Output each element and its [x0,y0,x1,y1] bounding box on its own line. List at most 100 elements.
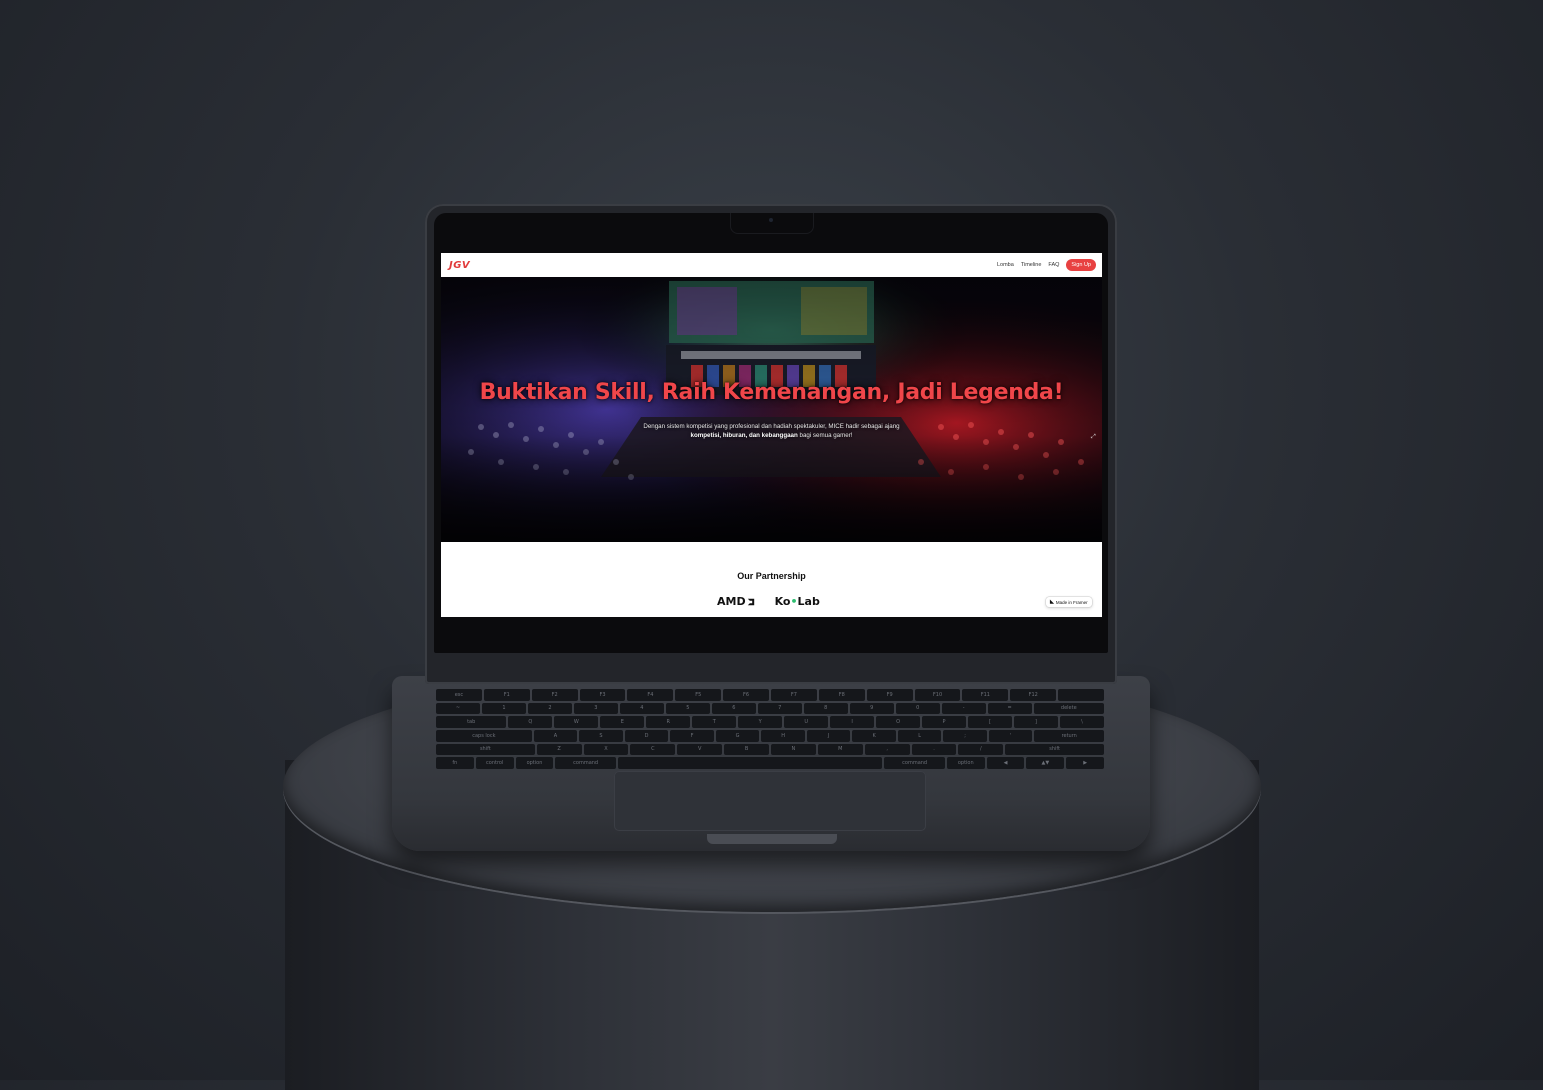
keyboard-key: , [864,743,910,756]
made-in-framer-badge[interactable]: ◣ Made in Framer [1046,597,1092,607]
keyboard-key: 8 [803,702,848,715]
navbar: JGV Lomba Timeline FAQ Sign Up [441,253,1102,277]
keyboard-key: command [884,757,945,769]
keyboard-key: F8 [818,689,865,701]
framer-badge-label: Made in Framer [1055,599,1088,605]
camera-notch [730,213,814,234]
keyboard-key: command [555,757,616,769]
keyboard-key: L [897,730,942,742]
keyboard-key: J [806,730,851,742]
keyboard-key: F10 [914,689,961,701]
keyboard-key: 6 [711,702,756,715]
expand-icon[interactable]: ⤢ [1091,434,1098,441]
keyboard-key: \ [1059,716,1104,728]
amd-logo: AMD [717,595,755,608]
keyboard-row: shift Z X C V B N M,. / shift [436,743,1104,756]
keyboard-key: ▲▼ [1026,757,1065,769]
keyboard-key: 3 [573,702,618,715]
keyboard-key: Y [738,716,783,728]
keyboard-key: ] [1014,716,1058,728]
keyboard-key: U [784,716,829,728]
product-mockup-scene: esc F1 F2 F3 F4 F5 F6 F7 F8 F9 F10 F11 F12 ~1 2 3 4 5 6 7 8 9… [0,0,1543,1090]
hero-subtitle-end: bagi semua gamer! [799,432,853,439]
camera-icon [769,218,773,222]
keyboard-key: . [911,743,957,756]
keyboard-key: 4 [619,702,664,715]
keyboard-key: E [600,716,645,728]
nav-link-faq[interactable]: FAQ [1048,262,1059,268]
laptop-hinge-notch [707,834,837,844]
keyboard-key: O [876,716,921,728]
amd-logo-text: AMD [717,595,746,608]
keyboard-key: M [817,743,863,756]
keyboard-key [617,757,883,769]
website-screen: JGV Lomba Timeline FAQ Sign Up Buktikan … [441,253,1102,617]
keyboard-key: shift [436,743,535,756]
keyboard-key: S [579,730,623,742]
keyboard-key: T [692,716,737,728]
keyboard-key: F5 [675,689,722,701]
keyboard-key: I [830,716,875,728]
keyboard-key: option [515,757,554,769]
keyboard-key: tab [436,716,507,728]
keyboard-key: delete [1033,702,1104,715]
keyboard-key: ; [943,730,987,742]
kolab-logo-left: Ko [774,595,791,608]
keyboard-key: ~ [436,702,480,715]
keyboard-key: control [475,757,514,769]
partner-logos: AMD Ko • Lab [717,595,820,608]
keyboard-key: D [624,730,669,742]
keyboard-row: esc F1 F2 F3 F4 F5 F6 F7 F8 F9 F10 F11 F12 [436,689,1105,701]
keyboard-key: - [941,702,986,715]
keyboard-key [1058,689,1105,701]
keyboard-key: 5 [665,702,710,715]
keyboard-key: [ [968,716,1013,728]
keyboard-key: A [533,730,578,742]
keyboard-key: P [922,716,967,728]
keyboard-key: B [724,743,769,756]
keyboard-key: option [946,757,985,769]
keyboard-key: fn [436,757,474,769]
keyboard-key: F4 [627,689,674,701]
keyboard-key: 9 [849,702,894,715]
keyboard-key: esc [436,689,482,701]
keyboard-key: F [670,730,714,742]
trackpad [614,771,926,831]
keyboard-key: K [852,730,896,742]
nav-link-lomba[interactable]: Lomba [997,262,1014,268]
keyboard-row: ~1 2 3 4 5 6 7 8 9 0- = delete [436,702,1104,715]
keyboard-key: = [987,702,1032,715]
hero-section: Buktikan Skill, Raih Kemenangan, Jadi Le… [441,277,1102,542]
framer-icon: ◣ [1050,599,1054,605]
keyboard-key: F12 [1010,689,1057,701]
nav-link-timeline[interactable]: Timeline [1021,262,1042,268]
keyboard-key: ' [988,730,1033,742]
keyboard-key: W [554,716,599,728]
hero-subtitle-bold: kompetisi, hiburan, dan kebanggaan [690,432,798,439]
keyboard-key: C [630,743,676,756]
keyboard-key: 0 [895,702,940,715]
keyboard-key: F11 [962,689,1009,701]
keyboard-row: fn control option command command option ◀ ▲▼ ▶ [436,757,1105,769]
keyboard-key: F9 [866,689,913,701]
keyboard-key: V [677,743,723,756]
keyboard-key: Z [536,743,582,756]
keyboard-key: F6 [723,689,770,701]
signup-button[interactable]: Sign Up [1066,259,1096,271]
site-logo[interactable]: JGV [449,260,470,271]
amd-arrow-icon [747,598,754,605]
hero-background-image [441,277,1102,542]
keyboard-key: / [958,743,1004,756]
keyboard-row: caps lock A S D F G H J K L; ' return [436,730,1105,742]
kolab-logo: Ko • Lab [775,595,820,608]
keyboard-key: F7 [771,689,817,701]
keyboard-key: Q [508,716,553,728]
keyboard-key: F3 [579,689,626,701]
kolab-logo-right: Lab [797,595,820,608]
keyboard-row: tab Q W E R T Y U I O P[] \ [436,716,1104,728]
keyboard-key: X [583,743,629,756]
keyboard-key: 1 [481,702,526,715]
keyboard-key: G [715,730,760,742]
hero-subtitle: Dengan sistem kompetisi yang profesional… [611,422,932,440]
nav-links: Lomba Timeline FAQ Sign Up [997,259,1096,271]
